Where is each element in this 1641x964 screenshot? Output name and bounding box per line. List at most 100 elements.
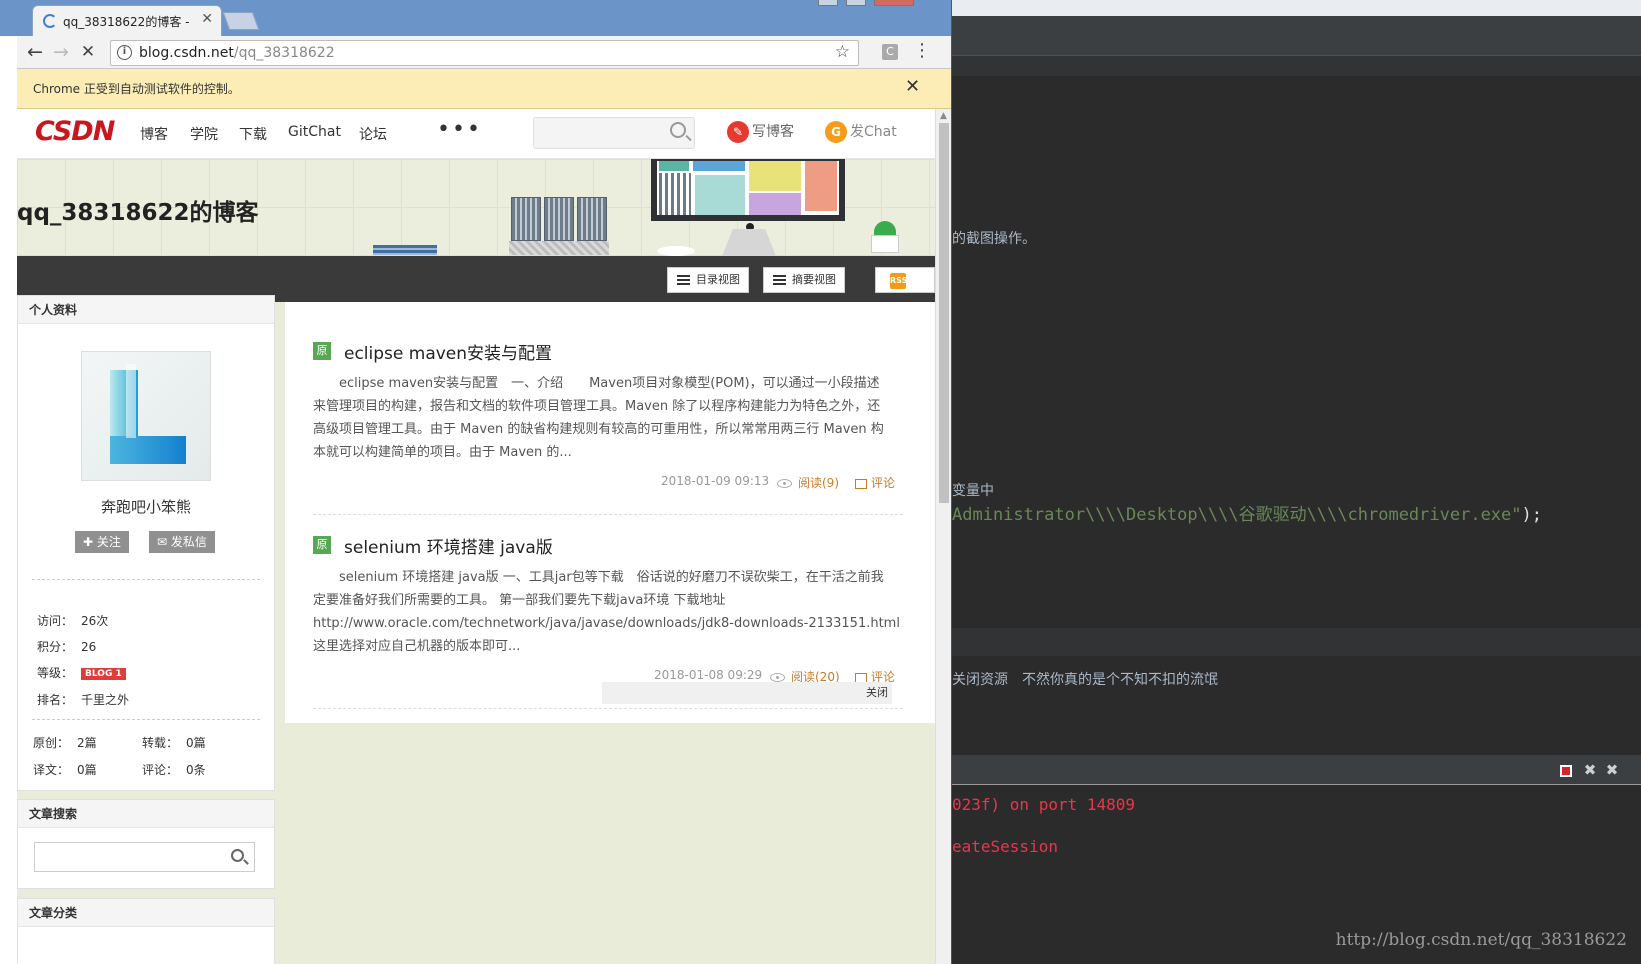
address-bar[interactable]: i blog.csdn.net/qq_38318622 ☆ [110,40,859,66]
nav-gitchat[interactable]: GitChat [288,124,341,140]
avatar-shape [126,364,136,438]
ide-divider [952,628,1641,656]
summary-line: 本就可以构建简单的项目。由于 Maven 的... [313,445,572,460]
monitor-screen [657,161,839,215]
article-comments[interactable]: 评论 [855,474,895,491]
summary-line: selenium 环境搭建 java版 一、工具jar包等下载 俗话说的好磨刀不… [313,570,884,585]
monitor-stand [722,229,776,256]
nav-download[interactable]: 下载 [239,124,267,144]
window-close-button[interactable] [874,0,914,6]
pen-icon: ✎ [727,121,749,143]
profile-divider [32,579,260,580]
category-header: 文章分类 [18,899,274,927]
stat-level: 等级： BLOG 1 [37,664,126,681]
avatar-shape [110,436,186,464]
nav-blog[interactable]: 博客 [140,124,168,144]
article-search-input[interactable] [34,842,255,872]
pot [871,235,899,253]
summary-view-button[interactable]: 摘要视图 [763,267,845,293]
scroll-up-icon[interactable]: ▲ [940,111,947,121]
search-icon[interactable] [670,122,686,138]
eye-icon [770,673,785,682]
plant [874,221,896,235]
stat-repost-value: 0篇 [186,736,206,750]
article-title[interactable]: selenium 环境搭建 java版 [344,533,553,558]
stat-points-label: 积分： [37,640,74,654]
stop-loading-icon[interactable]: ✕ [77,42,99,62]
back-icon[interactable]: ← [24,41,46,63]
chrome-window: qq_38318622的博客 - C ✕ ← → ✕ i blog.csdn.n… [0,0,952,964]
console-line-session: eateSession [952,837,1058,856]
remove-launch-icon[interactable]: ✖ [1582,762,1598,778]
summary-view-label: 摘要视图 [792,273,836,286]
forward-icon[interactable]: → [50,41,72,63]
code-string: Administrator\\\\Desktop\\\\谷歌驱动\\\\chro… [952,505,1522,525]
article-title[interactable]: eclipse maven安装与配置 [344,339,552,364]
article-summary: eclipse maven安装与配置 一、介绍 Maven项目对象模型(POM)… [313,372,935,464]
catalog-view-button[interactable]: 目录视图 [667,267,749,293]
blog-title[interactable]: qq_38318622的博客 [17,193,258,227]
server-rack [511,197,541,241]
more-icon[interactable]: ••• [437,117,482,142]
banner-decoration [373,245,437,255]
remove-all-icon[interactable]: ✖ [1604,762,1620,778]
stat-rank-value: 千里之外 [81,693,130,707]
monitor-illustration [651,159,845,221]
screen-block [693,161,745,171]
infobar-close-icon[interactable]: ✕ [905,76,920,97]
chrome-menu-icon[interactable]: ⋮ [913,40,931,61]
rss-icon: RSS [890,273,907,289]
article-summary: selenium 环境搭建 java版 一、工具jar包等下载 俗话说的好磨刀不… [313,566,935,658]
profile-header: 个人资料 [18,296,274,324]
article-reads[interactable]: 阅读(9) [777,474,839,491]
tab-title: qq_38318622的博客 - C [63,15,193,29]
profile-nickname[interactable]: 奔跑吧小笨熊 [18,496,274,517]
rss-button[interactable]: RSS [875,267,935,293]
follow-button[interactable]: ✚ 关注 [75,531,129,553]
screen-block [659,173,691,215]
stat-repost: 转载： 0篇 [142,734,206,751]
article-divider [313,708,903,709]
url-text[interactable]: blog.csdn.net/qq_38318622 [139,45,335,61]
site-info-icon[interactable]: i [117,45,132,60]
stat-rank-label: 排名： [37,693,74,707]
page-scrollbar[interactable]: ▲ [935,109,951,964]
code-comment-close: 关闭资源 不然你真的是个不知不扣的流氓 [952,672,1218,688]
tab-close-icon[interactable]: ✕ [201,11,213,27]
search-icon[interactable] [231,849,244,862]
blog-level-badge[interactable]: BLOG 1 [81,667,126,680]
csdn-logo[interactable]: CSDN [35,116,115,147]
nav-forum[interactable]: 论坛 [359,124,387,144]
banner-decoration [657,246,695,256]
bookmark-star-icon[interactable]: ☆ [835,42,850,62]
write-blog-button[interactable]: ✎ 写博客 [727,121,794,143]
infobar-message: Chrome 正受到自动测试软件的控制。 [33,82,240,96]
write-blog-label: 写博客 [752,124,794,140]
browser-tab[interactable]: qq_38318622的博客 - C ✕ [32,5,222,36]
maximize-button[interactable] [846,0,866,6]
close-bar[interactable]: 关闭 [602,682,892,704]
nav-academy[interactable]: 学院 [190,124,218,144]
extension-icon[interactable]: C [882,44,898,60]
stat-rank: 排名： 千里之外 [37,691,129,708]
summary-line: 这里选择对应自己机器的版本即可... [313,639,521,654]
stat-original-label: 原创： [33,736,70,750]
scrollbar-thumb[interactable] [939,123,949,503]
tab-strip: qq_38318622的博客 - C ✕ [0,0,951,36]
stat-points-value: 26 [81,640,97,654]
article-search-card: 文章搜索 [17,799,275,889]
stat-visits: 访问： 26次 [37,612,108,629]
stat-translated-label: 译文： [33,763,70,777]
minimize-button[interactable] [818,0,838,6]
message-button[interactable]: ✉ 发私信 [149,531,215,553]
send-chat-button[interactable]: G 发Chat [825,121,897,143]
loading-spinner-icon [43,14,57,28]
avatar[interactable] [81,351,211,481]
profile-divider [32,719,260,720]
site-search-input[interactable] [533,117,695,149]
stop-icon[interactable] [1560,765,1572,777]
new-tab-button[interactable] [222,12,260,30]
screen-block [695,175,745,215]
close-label[interactable]: 关闭 [866,686,888,699]
article-reads-label: 阅读(9) [798,476,839,490]
